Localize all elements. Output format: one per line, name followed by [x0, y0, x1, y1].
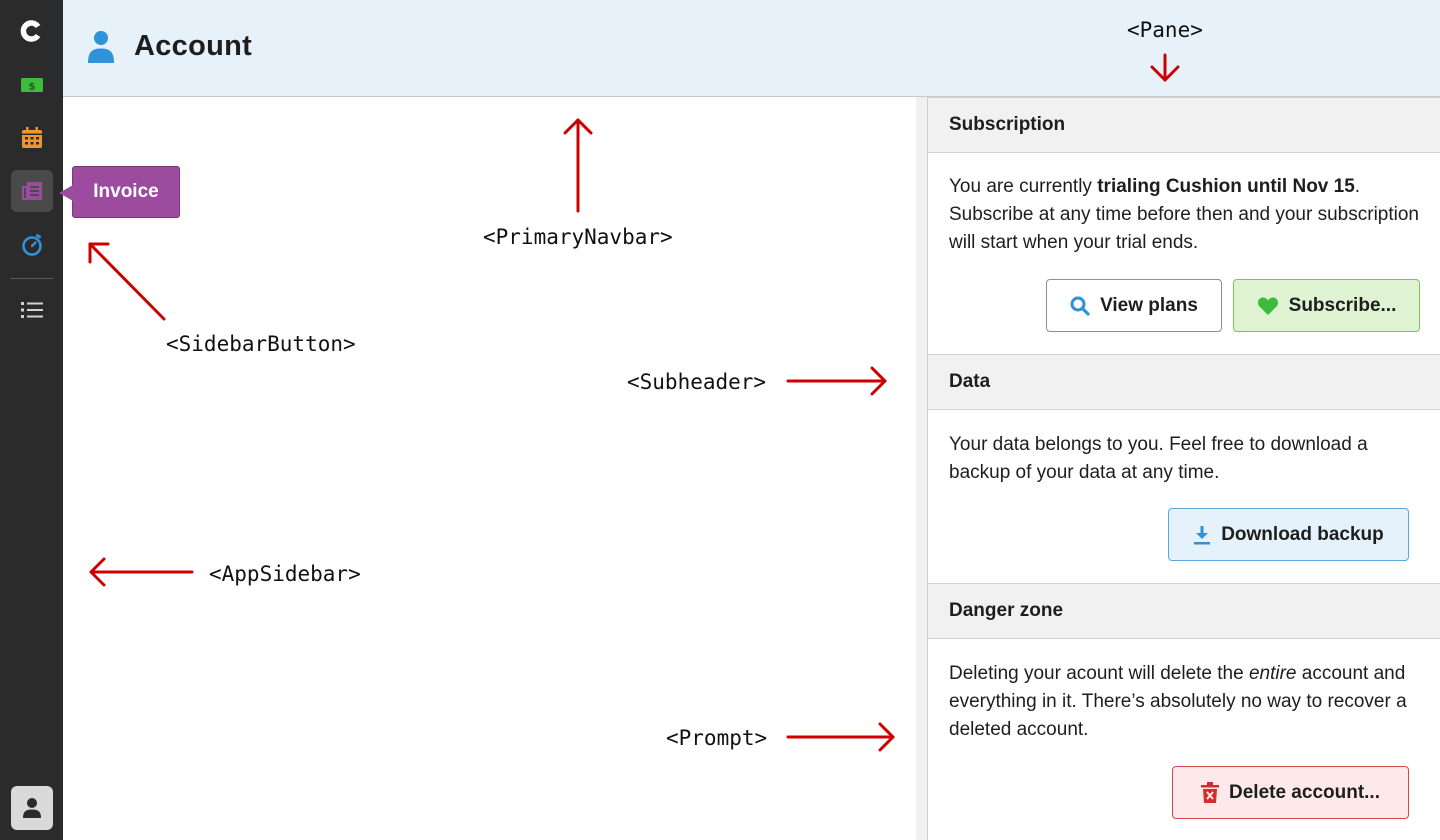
- search-icon: [1070, 296, 1090, 316]
- list-icon: [21, 302, 43, 318]
- logo-button[interactable]: [11, 10, 53, 52]
- danger-text-emphasis: entire: [1248, 663, 1297, 684]
- calendar-icon: [22, 127, 42, 148]
- arrow-primary-navbar: [563, 118, 593, 213]
- subscribe-button[interactable]: Subscribe...: [1233, 279, 1420, 332]
- heart-icon: [1257, 297, 1278, 315]
- pane: Subscription You are currently trialing …: [927, 97, 1440, 840]
- page-title: Account: [134, 30, 253, 62]
- sidebar-button-invoice[interactable]: [11, 170, 53, 212]
- sidebar-divider: [10, 278, 53, 279]
- trash-icon: [1201, 781, 1219, 803]
- invoice-icon: [22, 182, 42, 200]
- arrow-prompt: [786, 722, 895, 752]
- annotation-primary-navbar: <PrimaryNavbar>: [483, 225, 673, 249]
- annotation-subheader: <Subheader>: [627, 370, 767, 394]
- arrow-app-sidebar: [89, 557, 194, 587]
- view-plans-label: View plans: [1100, 294, 1198, 316]
- subscription-text-prefix: You are currently: [949, 176, 1098, 197]
- subscription-trial-status: trialing Cushion until Nov 15: [1097, 176, 1355, 197]
- svg-text:$: $: [29, 82, 36, 93]
- annotation-prompt: <Prompt>: [666, 726, 768, 750]
- arrow-sidebar-button: [88, 242, 166, 321]
- annotation-sidebar-button: <SidebarButton>: [166, 332, 356, 356]
- sidebar-button-timer[interactable]: [11, 224, 53, 266]
- account-avatar-button[interactable]: [11, 786, 53, 830]
- sidebar-button-calendar[interactable]: [11, 117, 53, 159]
- download-backup-button[interactable]: Download backup: [1168, 508, 1409, 561]
- pane-gutter: [916, 97, 927, 840]
- delete-account-button[interactable]: Delete account...: [1172, 766, 1409, 819]
- annotation-app-sidebar: <AppSidebar>: [209, 562, 361, 586]
- cushion-logo-icon: [20, 20, 41, 42]
- user-icon: [23, 798, 41, 818]
- subscription-text: You are currently trialing Cushion until…: [949, 173, 1429, 257]
- subheader-danger-zone: Danger zone: [928, 583, 1440, 639]
- subheader-subscription: Subscription: [928, 97, 1440, 153]
- sidebar-button-list[interactable]: [11, 289, 53, 331]
- view-plans-button[interactable]: View plans: [1046, 279, 1222, 332]
- annotation-pane: <Pane>: [1127, 18, 1203, 42]
- data-text: Your data belongs to you. Feel free to d…: [949, 434, 1368, 483]
- primary-navbar: Account: [63, 0, 1440, 97]
- subheader-data: Data: [928, 354, 1440, 410]
- app-sidebar: $: [0, 0, 63, 840]
- sidebar-button-money[interactable]: $: [11, 64, 53, 106]
- download-backup-label: Download backup: [1221, 523, 1384, 545]
- account-user-icon: [88, 30, 114, 68]
- download-icon: [1194, 525, 1211, 544]
- danger-text-prefix: Deleting your acount will delete the: [949, 663, 1249, 684]
- timer-icon: [22, 234, 42, 256]
- sidebar-tooltip: Invoice: [59, 166, 180, 218]
- danger-text: Deleting your acount will delete the ent…: [949, 660, 1429, 744]
- subscribe-label: Subscribe...: [1288, 294, 1397, 316]
- arrow-subheader: [786, 366, 887, 396]
- money-icon: $: [21, 78, 43, 93]
- delete-account-label: Delete account...: [1229, 781, 1380, 803]
